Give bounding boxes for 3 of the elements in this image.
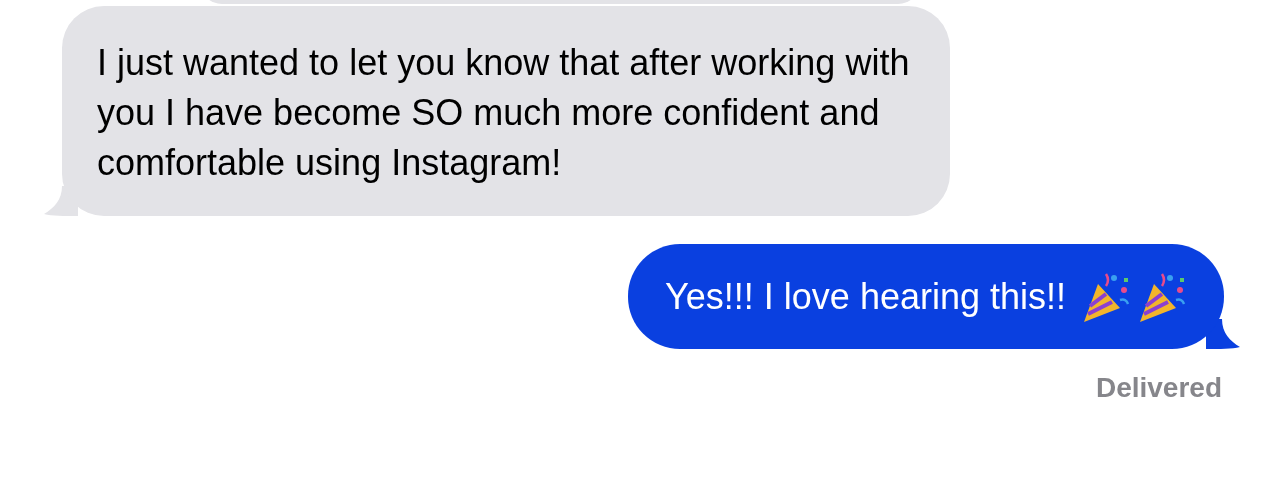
delivery-status: Delivered xyxy=(1095,371,1222,405)
message-text: Yes!!! I love hearing this!! xyxy=(665,274,1066,319)
message-text: I just wanted to let you know that after working with you I have become SO much more confident and comfortable using Instagram! xyxy=(97,41,911,185)
